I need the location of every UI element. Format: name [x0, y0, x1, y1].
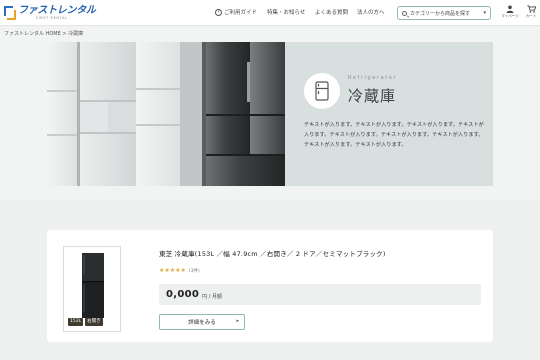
product-title[interactable]: 東芝 冷蔵庫(153L ／幅 47.9cm ／右開き／ 2 ドア／セミマットブラ…	[159, 248, 386, 258]
user-icon	[506, 5, 514, 13]
category-title: 冷蔵庫	[348, 87, 397, 105]
price-value: 0,000	[166, 289, 200, 300]
detail-button[interactable]: 詳細をみる ▸	[159, 314, 245, 330]
logo-mark-icon	[4, 6, 16, 20]
price-box: 0,000 円 / 月額	[159, 284, 481, 305]
product-badges: 153L 右開き	[68, 318, 103, 326]
door-badge: 右開き	[85, 318, 103, 326]
mypage-label: マイページ	[501, 14, 519, 18]
detail-button-label: 詳細をみる	[188, 320, 216, 326]
nav-faq-label: よくある質問	[315, 10, 349, 16]
logo-subtext: FIRST RENTAL	[36, 15, 68, 20]
nav-faq-link[interactable]: よくある質問	[315, 8, 348, 16]
price-unit: 円 / 月額	[202, 293, 223, 300]
nav-features-link[interactable]: 特集・お知らせ	[267, 8, 305, 16]
search-icon	[402, 10, 407, 16]
search-placeholder: カテゴリーから商品を探す	[410, 10, 471, 17]
category-english-label: Refrigerator	[348, 75, 398, 81]
chevron-down-icon: ▾	[483, 10, 486, 16]
refrigerator-photo	[47, 42, 285, 186]
fridge-icon	[315, 81, 329, 101]
rating-stars: ★★★★★ (3件)	[159, 267, 200, 274]
nav-guide-link[interactable]: ? ご利用ガイド	[215, 8, 257, 16]
site-header: ファストレンタル FIRST RENTAL ? ご利用ガイド 特集・お知らせ よ…	[0, 0, 540, 26]
product-image[interactable]: 153L 右開き	[63, 246, 121, 332]
question-icon: ?	[215, 8, 222, 16]
arrow-right-icon: ▸	[236, 318, 239, 324]
cart-icon	[526, 5, 536, 13]
review-count[interactable]: (3件)	[189, 268, 200, 274]
breadcrumb[interactable]: ファストレンタル HOME > 冷蔵庫	[4, 30, 83, 37]
site-logo[interactable]: ファストレンタル FIRST RENTAL	[4, 4, 96, 22]
cart-label: カート	[525, 14, 537, 18]
nav-business-link[interactable]: 法人の方へ	[357, 8, 385, 16]
logo-text: ファストレンタル	[18, 4, 96, 16]
mypage-button[interactable]: マイページ	[499, 5, 521, 19]
category-search-box[interactable]: カテゴリーから商品を探す ▾	[397, 6, 491, 20]
refrigerator-category-icon	[304, 73, 340, 109]
nav-guide-label: ご利用ガイド	[224, 10, 258, 16]
nav-business-label: 法人の方へ	[357, 10, 385, 16]
cart-button[interactable]: カート	[520, 5, 540, 19]
capacity-badge: 153L	[68, 318, 84, 326]
product-card[interactable]: 153L 右開き 東芝 冷蔵庫(153L ／幅 47.9cm ／右開き／ 2 ド…	[47, 230, 493, 342]
category-hero: Refrigerator 冷蔵庫 テキストが入ります。テキストが入ります。テキス…	[47, 42, 493, 186]
category-description: テキストが入ります。テキストが入ります。テキストが入ります。テキストが入ります。…	[304, 122, 484, 148]
nav-features-label: 特集・お知らせ	[267, 10, 306, 16]
star-rating-icon: ★★★★★	[159, 267, 186, 274]
